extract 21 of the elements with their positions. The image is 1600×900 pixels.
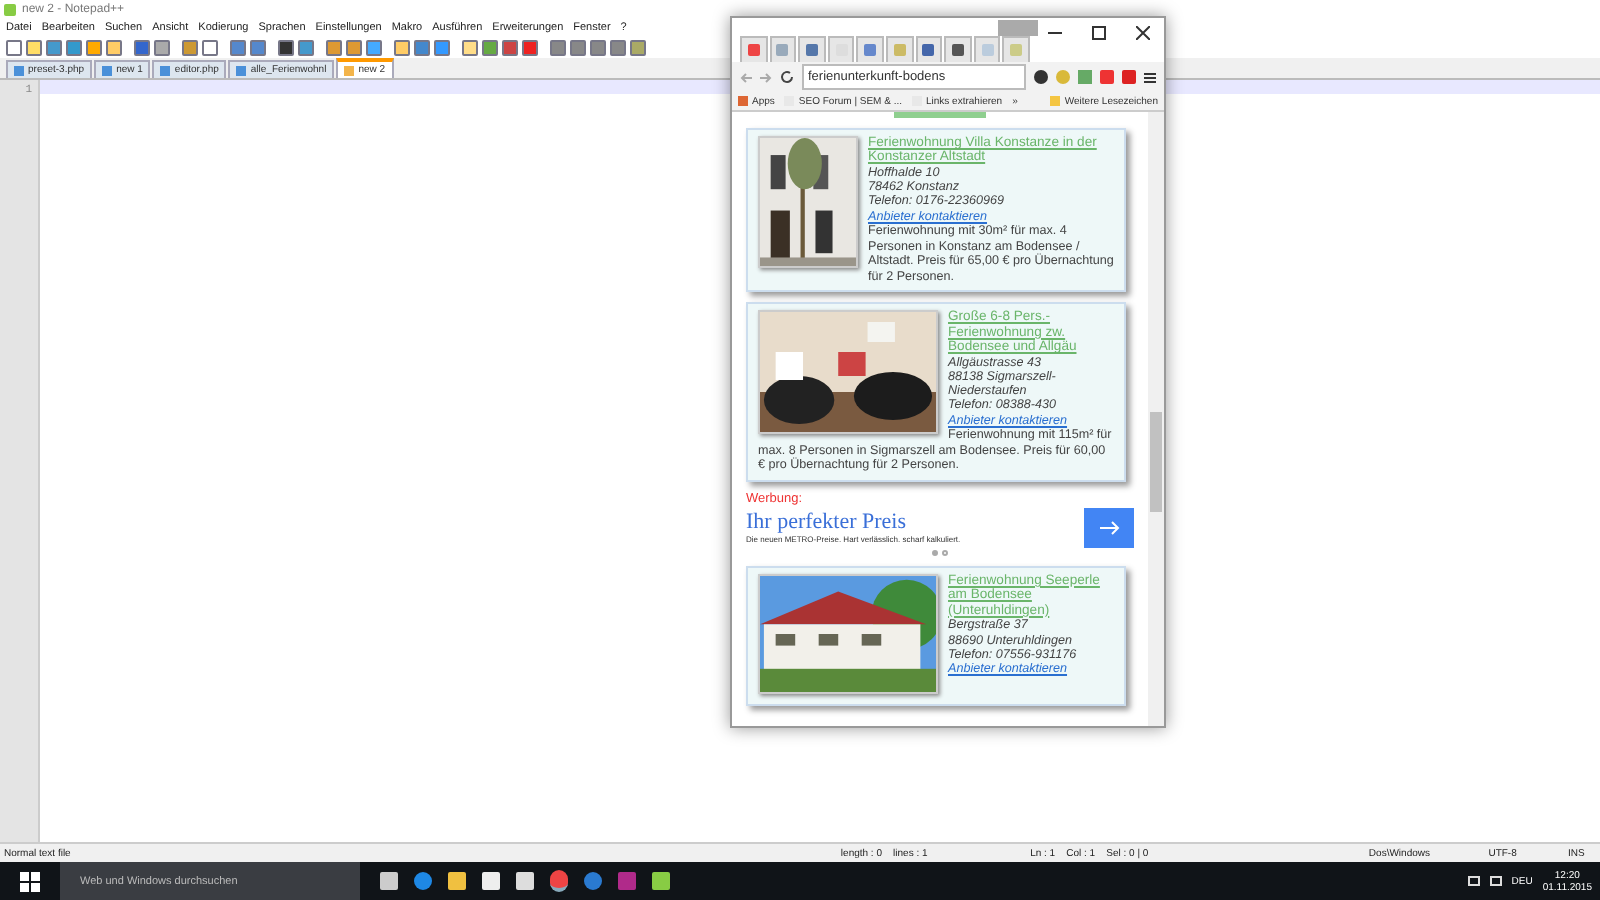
browser-tab[interactable] [944, 36, 972, 62]
browser-tab[interactable] [915, 36, 943, 62]
menu-icon[interactable] [1144, 71, 1156, 83]
carousel-dot[interactable] [942, 549, 948, 556]
reload-icon[interactable] [780, 70, 794, 84]
taskbar-app-icon[interactable] [550, 870, 568, 892]
network-icon[interactable] [1467, 876, 1480, 886]
speaker-icon[interactable] [1489, 876, 1502, 886]
ad-headline[interactable]: Ihr perfekter Preis [746, 510, 1084, 535]
browser-tab[interactable] [856, 36, 884, 62]
minimize-icon[interactable] [1047, 31, 1061, 33]
ad-arrow-button[interactable] [1084, 507, 1134, 548]
app-icon [4, 3, 16, 15]
maximize-icon[interactable] [1091, 25, 1105, 39]
browser-tab[interactable] [740, 36, 768, 62]
windows-icon[interactable] [20, 871, 40, 891]
tab-strip [894, 112, 986, 118]
carousel-dot[interactable] [932, 549, 938, 556]
close-icon[interactable] [1135, 25, 1149, 39]
arrow-icon [1099, 519, 1119, 536]
browser-tab[interactable] [798, 36, 826, 62]
